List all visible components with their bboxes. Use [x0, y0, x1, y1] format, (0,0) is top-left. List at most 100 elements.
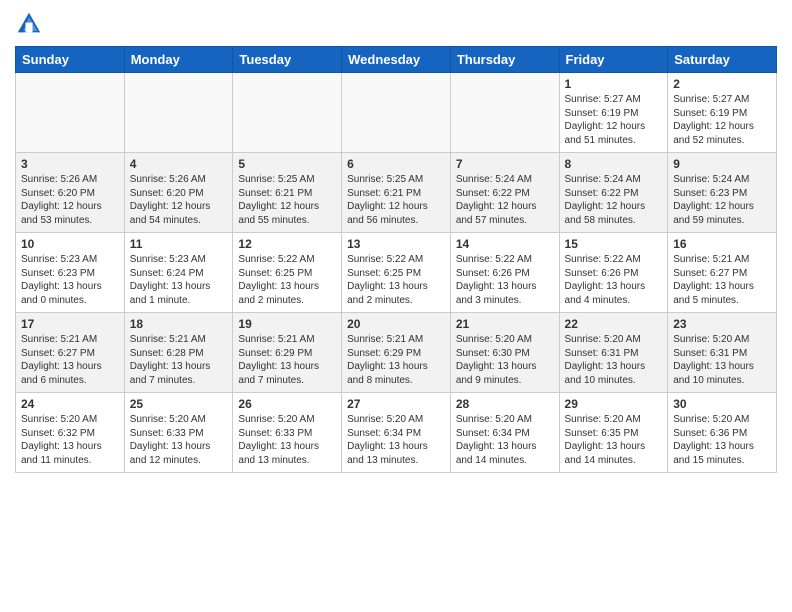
day-cell: 16Sunrise: 5:21 AM Sunset: 6:27 PM Dayli… [668, 233, 777, 313]
day-number: 24 [21, 397, 119, 411]
day-info: Sunrise: 5:24 AM Sunset: 6:22 PM Dayligh… [565, 173, 663, 227]
day-number: 20 [347, 317, 445, 331]
day-cell: 22Sunrise: 5:20 AM Sunset: 6:31 PM Dayli… [559, 313, 668, 393]
day-info: Sunrise: 5:24 AM Sunset: 6:22 PM Dayligh… [456, 173, 554, 227]
day-cell [450, 73, 559, 153]
week-row-2: 3 Sunrise: 5:26 AM Sunset: 6:20 PM Daylig… [16, 153, 777, 233]
day-number: 14 [456, 237, 554, 251]
day-cell: 11 Sunrise: 5:23 AM Sunset: 6:24 PM Dayli… [124, 233, 233, 313]
day-info: Sunrise: 5:26 AM Sunset: 6:20 PM Dayligh… [130, 173, 228, 227]
day-number: 10 [21, 237, 119, 251]
day-cell: 28Sunrise: 5:20 AM Sunset: 6:34 PM Dayli… [450, 393, 559, 473]
day-info: Sunrise: 5:20 AM Sunset: 6:36 PM Dayligh… [673, 413, 771, 467]
day-info: Sunrise: 5:21 AM Sunset: 6:27 PM Dayligh… [673, 253, 771, 307]
day-number: 21 [456, 317, 554, 331]
day-cell: 21 Sunrise: 5:20 AM Sunset: 6:30 PM Dayli… [450, 313, 559, 393]
day-cell: 13Sunrise: 5:22 AM Sunset: 6:25 PM Dayli… [342, 233, 451, 313]
day-info: Sunrise: 5:20 AM Sunset: 6:31 PM Dayligh… [673, 333, 771, 387]
day-cell: 3 Sunrise: 5:26 AM Sunset: 6:20 PM Daylig… [16, 153, 125, 233]
day-cell [342, 73, 451, 153]
day-cell: 7 Sunrise: 5:24 AM Sunset: 6:22 PM Daylig… [450, 153, 559, 233]
day-info: Sunrise: 5:25 AM Sunset: 6:21 PM Dayligh… [238, 173, 336, 227]
day-header-friday: Friday [559, 47, 668, 73]
day-header-tuesday: Tuesday [233, 47, 342, 73]
day-info: Sunrise: 5:20 AM Sunset: 6:32 PM Dayligh… [21, 413, 119, 467]
day-info: Sunrise: 5:23 AM Sunset: 6:24 PM Dayligh… [130, 253, 228, 307]
logo [15, 10, 47, 38]
day-cell: 24 Sunrise: 5:20 AM Sunset: 6:32 PM Dayli… [16, 393, 125, 473]
day-info: Sunrise: 5:26 AM Sunset: 6:20 PM Dayligh… [21, 173, 119, 227]
day-info: Sunrise: 5:20 AM Sunset: 6:31 PM Dayligh… [565, 333, 663, 387]
day-number: 8 [565, 157, 663, 171]
day-info: Sunrise: 5:23 AM Sunset: 6:23 PM Dayligh… [21, 253, 119, 307]
day-cell [124, 73, 233, 153]
day-cell: 12 Sunrise: 5:22 AM Sunset: 6:25 PM Dayli… [233, 233, 342, 313]
day-cell: 8 Sunrise: 5:24 AM Sunset: 6:22 PM Daylig… [559, 153, 668, 233]
day-cell: 17 Sunrise: 5:21 AM Sunset: 6:27 PM Dayli… [16, 313, 125, 393]
day-number: 17 [21, 317, 119, 331]
header [15, 10, 777, 38]
calendar: SundayMondayTuesdayWednesdayThursdayFrid… [15, 46, 777, 473]
day-info: Sunrise: 5:21 AM Sunset: 6:28 PM Dayligh… [130, 333, 228, 387]
day-number: 29 [565, 397, 663, 411]
week-row-1: 1 Sunrise: 5:27 AM Sunset: 6:19 PM Daylig… [16, 73, 777, 153]
page: SundayMondayTuesdayWednesdayThursdayFrid… [0, 0, 792, 488]
day-info: Sunrise: 5:27 AM Sunset: 6:19 PM Dayligh… [565, 93, 663, 147]
day-number: 9 [673, 157, 771, 171]
day-number: 5 [238, 157, 336, 171]
day-info: Sunrise: 5:22 AM Sunset: 6:26 PM Dayligh… [565, 253, 663, 307]
day-cell: 26Sunrise: 5:20 AM Sunset: 6:33 PM Dayli… [233, 393, 342, 473]
day-cell [16, 73, 125, 153]
day-cell: 2 Sunrise: 5:27 AM Sunset: 6:19 PM Daylig… [668, 73, 777, 153]
day-cell: 9 Sunrise: 5:24 AM Sunset: 6:23 PM Daylig… [668, 153, 777, 233]
day-cell: 4 Sunrise: 5:26 AM Sunset: 6:20 PM Daylig… [124, 153, 233, 233]
day-number: 23 [673, 317, 771, 331]
week-row-5: 24 Sunrise: 5:20 AM Sunset: 6:32 PM Dayli… [16, 393, 777, 473]
day-number: 4 [130, 157, 228, 171]
day-number: 25 [130, 397, 228, 411]
day-number: 6 [347, 157, 445, 171]
day-number: 15 [565, 237, 663, 251]
day-number: 27 [347, 397, 445, 411]
day-number: 7 [456, 157, 554, 171]
day-cell: 27 Sunrise: 5:20 AM Sunset: 6:34 PM Dayli… [342, 393, 451, 473]
day-cell: 10 Sunrise: 5:23 AM Sunset: 6:23 PM Dayli… [16, 233, 125, 313]
day-info: Sunrise: 5:22 AM Sunset: 6:26 PM Dayligh… [456, 253, 554, 307]
calendar-header-row: SundayMondayTuesdayWednesdayThursdayFrid… [16, 47, 777, 73]
day-number: 3 [21, 157, 119, 171]
day-info: Sunrise: 5:21 AM Sunset: 6:29 PM Dayligh… [347, 333, 445, 387]
day-info: Sunrise: 5:20 AM Sunset: 6:34 PM Dayligh… [347, 413, 445, 467]
day-info: Sunrise: 5:20 AM Sunset: 6:33 PM Dayligh… [238, 413, 336, 467]
day-info: Sunrise: 5:22 AM Sunset: 6:25 PM Dayligh… [347, 253, 445, 307]
day-header-monday: Monday [124, 47, 233, 73]
day-info: Sunrise: 5:27 AM Sunset: 6:19 PM Dayligh… [673, 93, 771, 147]
day-cell: 15 Sunrise: 5:22 AM Sunset: 6:26 PM Dayli… [559, 233, 668, 313]
day-info: Sunrise: 5:20 AM Sunset: 6:35 PM Dayligh… [565, 413, 663, 467]
day-info: Sunrise: 5:20 AM Sunset: 6:30 PM Dayligh… [456, 333, 554, 387]
day-cell: 14 Sunrise: 5:22 AM Sunset: 6:26 PM Dayli… [450, 233, 559, 313]
day-cell: 19Sunrise: 5:21 AM Sunset: 6:29 PM Dayli… [233, 313, 342, 393]
day-info: Sunrise: 5:22 AM Sunset: 6:25 PM Dayligh… [238, 253, 336, 307]
week-row-4: 17 Sunrise: 5:21 AM Sunset: 6:27 PM Dayli… [16, 313, 777, 393]
day-header-wednesday: Wednesday [342, 47, 451, 73]
day-info: Sunrise: 5:20 AM Sunset: 6:34 PM Dayligh… [456, 413, 554, 467]
day-cell: 20 Sunrise: 5:21 AM Sunset: 6:29 PM Dayli… [342, 313, 451, 393]
day-info: Sunrise: 5:21 AM Sunset: 6:29 PM Dayligh… [238, 333, 336, 387]
day-info: Sunrise: 5:21 AM Sunset: 6:27 PM Dayligh… [21, 333, 119, 387]
day-number: 11 [130, 237, 228, 251]
day-number: 12 [238, 237, 336, 251]
day-cell: 18 Sunrise: 5:21 AM Sunset: 6:28 PM Dayli… [124, 313, 233, 393]
day-cell: 25 Sunrise: 5:20 AM Sunset: 6:33 PM Dayli… [124, 393, 233, 473]
day-info: Sunrise: 5:24 AM Sunset: 6:23 PM Dayligh… [673, 173, 771, 227]
day-cell: 23 Sunrise: 5:20 AM Sunset: 6:31 PM Dayli… [668, 313, 777, 393]
day-number: 2 [673, 77, 771, 91]
week-row-3: 10 Sunrise: 5:23 AM Sunset: 6:23 PM Dayli… [16, 233, 777, 313]
day-header-sunday: Sunday [16, 47, 125, 73]
day-number: 18 [130, 317, 228, 331]
day-info: Sunrise: 5:25 AM Sunset: 6:21 PM Dayligh… [347, 173, 445, 227]
day-cell: 1 Sunrise: 5:27 AM Sunset: 6:19 PM Daylig… [559, 73, 668, 153]
day-header-thursday: Thursday [450, 47, 559, 73]
day-info: Sunrise: 5:20 AM Sunset: 6:33 PM Dayligh… [130, 413, 228, 467]
day-cell: 29 Sunrise: 5:20 AM Sunset: 6:35 PM Dayli… [559, 393, 668, 473]
day-number: 1 [565, 77, 663, 91]
